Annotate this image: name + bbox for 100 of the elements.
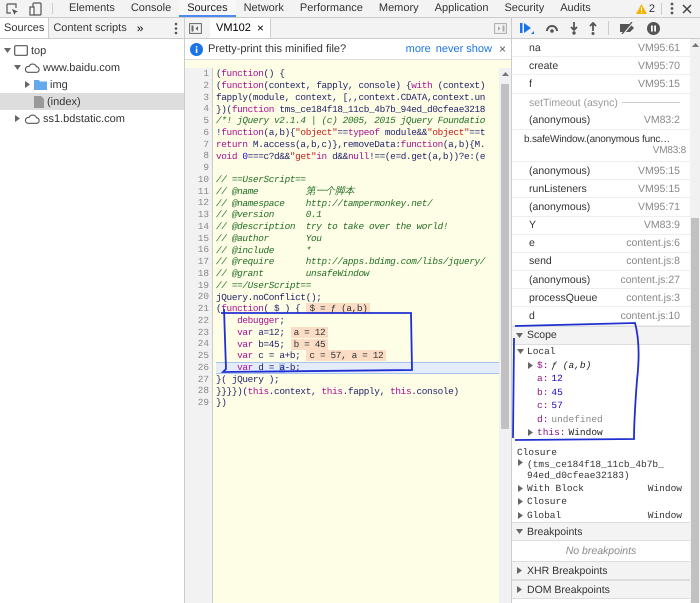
disclosure-triangle-icon[interactable] bbox=[4, 47, 10, 54]
file-icon bbox=[34, 96, 44, 108]
disclosure-triangle-icon[interactable] bbox=[527, 362, 534, 369]
pane-header[interactable]: XHR Breakpoints bbox=[512, 561, 690, 580]
line-number: 13 bbox=[198, 209, 209, 221]
call-frame[interactable]: (anonymous) VM95:71 bbox=[512, 198, 690, 216]
warning-count[interactable]: 2 bbox=[648, 2, 655, 14]
disclosure-triangle-icon[interactable] bbox=[516, 586, 523, 594]
variable-name: a: bbox=[537, 373, 548, 384]
call-frame[interactable]: create VM95:70 bbox=[512, 57, 690, 76]
call-frame[interactable]: processQueue content.js:3 bbox=[512, 289, 690, 308]
scope-detail: (tms_ce184f18_11cb_4b7b_94ed_d0cfeae32183) bbox=[527, 459, 665, 482]
code-text: // ==UserScript== bbox=[216, 174, 306, 186]
disclosure-triangle-icon[interactable] bbox=[516, 567, 523, 574]
call-frame[interactable]: f VM95:15 bbox=[512, 75, 690, 94]
line-number: 8 bbox=[203, 150, 209, 162]
scroll-up-icon[interactable] bbox=[692, 43, 698, 47]
code-text: // @grant unsafeWindow bbox=[216, 268, 370, 280]
disclosure-triangle-icon[interactable] bbox=[517, 348, 524, 355]
call-frame[interactable]: (anonymous) VM83:2 bbox=[512, 112, 690, 130]
call-frame[interactable]: runListeners VM95:15 bbox=[512, 180, 690, 198]
disclosure-triangle-icon[interactable] bbox=[517, 512, 524, 519]
pause-icon[interactable] bbox=[647, 22, 660, 34]
function-name: na bbox=[529, 42, 541, 54]
disclosure-triangle-icon[interactable] bbox=[14, 64, 20, 71]
panel-tab[interactable]: Application bbox=[426, 0, 496, 17]
pane-header[interactable]: Breakpoints bbox=[512, 522, 690, 542]
disclosure-triangle-icon[interactable] bbox=[517, 459, 524, 466]
line-number: 15 bbox=[198, 232, 209, 244]
function-name: send bbox=[529, 255, 552, 268]
close-tab-button[interactable]: × bbox=[256, 21, 264, 35]
function-name: Y bbox=[529, 219, 536, 232]
panel-tab[interactable]: Memory bbox=[370, 0, 427, 17]
scrollbar[interactable] bbox=[499, 68, 511, 603]
call-frame[interactable]: send content.js:8 bbox=[512, 252, 690, 272]
scrollbar-thumb[interactable] bbox=[691, 218, 699, 603]
function-name: (anonymous) bbox=[529, 164, 590, 177]
panel-tab[interactable]: Performance bbox=[292, 0, 371, 17]
panel-tab[interactable]: Sources bbox=[179, 0, 236, 17]
disclosure-triangle-icon[interactable] bbox=[517, 498, 524, 506]
panel-tab[interactable]: Elements bbox=[61, 0, 123, 17]
panel-tab[interactable]: Console bbox=[122, 0, 180, 17]
line-number: 2 bbox=[203, 80, 209, 92]
more-icon[interactable] bbox=[174, 22, 178, 34]
scrollbar-thumb[interactable] bbox=[501, 84, 509, 429]
inspect-icon[interactable] bbox=[5, 2, 19, 16]
scope-name: Local bbox=[527, 346, 556, 357]
function-name: b.safeWindow.(anonymous func… bbox=[524, 134, 671, 146]
close-infobar-button[interactable]: × bbox=[498, 42, 506, 56]
scrollbar[interactable] bbox=[690, 39, 700, 603]
more-tabs-button[interactable]: » bbox=[130, 18, 150, 38]
panel-tab[interactable]: Audits bbox=[552, 0, 599, 17]
resume-icon[interactable] bbox=[520, 22, 534, 34]
pane-header[interactable]: Scope bbox=[512, 326, 690, 345]
pane-header[interactable]: DOM Breakpoints bbox=[512, 580, 690, 600]
step-over-icon[interactable] bbox=[545, 23, 559, 33]
navigator-tab[interactable]: Content scripts bbox=[49, 18, 131, 38]
tree-item[interactable]: img bbox=[0, 76, 184, 93]
scroll-up-icon[interactable] bbox=[502, 72, 508, 76]
line-number: 11 bbox=[198, 186, 209, 198]
device-icon[interactable] bbox=[29, 2, 43, 16]
frame-location: content.js:27 bbox=[620, 274, 680, 286]
step-into-icon[interactable] bbox=[570, 22, 578, 34]
sidebar-toggle-icon[interactable] bbox=[494, 22, 507, 34]
disclosure-triangle-icon[interactable] bbox=[516, 528, 523, 536]
empty-message: No breakpoints bbox=[564, 544, 638, 560]
scope-name: Closure bbox=[527, 496, 567, 508]
call-frame[interactable]: (anonymous) content.js:27 bbox=[512, 271, 690, 290]
close-icon[interactable] bbox=[682, 4, 692, 14]
more-icon[interactable] bbox=[670, 2, 674, 15]
scope-name: Closure bbox=[516, 446, 558, 460]
file-tab[interactable]: VM102 × bbox=[210, 18, 271, 38]
panel-tab[interactable]: Network bbox=[236, 0, 292, 17]
frame-location: content.js:10 bbox=[620, 310, 680, 322]
navigator-tab[interactable]: Sources bbox=[0, 18, 50, 38]
tree-item[interactable]: (index) bbox=[0, 93, 184, 110]
call-frame[interactable]: e content.js:6 bbox=[512, 234, 690, 253]
line-number: 3 bbox=[203, 92, 209, 104]
disclosure-triangle-icon[interactable] bbox=[517, 484, 524, 492]
disclosure-triangle-icon[interactable] bbox=[14, 115, 20, 122]
panel-tab[interactable]: Security bbox=[496, 0, 552, 17]
disclosure-triangle-icon[interactable] bbox=[527, 429, 534, 436]
function-name: (anonymous) bbox=[529, 114, 590, 126]
deactivate-breakpoints-icon[interactable] bbox=[620, 22, 636, 34]
call-frame[interactable]: na VM95:61 bbox=[512, 39, 690, 58]
disclosure-triangle-icon[interactable] bbox=[24, 81, 30, 88]
tree-item[interactable]: www.baidu.com bbox=[0, 59, 184, 76]
scope-value: Window bbox=[648, 482, 683, 494]
tree-item[interactable]: ss1.bdstatic.com bbox=[0, 110, 184, 127]
call-frame[interactable]: (anonymous) VM95:15 bbox=[512, 162, 690, 180]
disclosure-triangle-icon[interactable] bbox=[516, 332, 523, 339]
sidebar-toggle-icon[interactable] bbox=[189, 22, 202, 34]
code-text: // @version 0.1 bbox=[216, 209, 322, 220]
call-frame[interactable]: Y VM83:9 bbox=[512, 216, 690, 235]
infobar-link[interactable]: more bbox=[406, 43, 431, 55]
infobar-link[interactable]: never show bbox=[436, 43, 492, 55]
step-out-icon[interactable] bbox=[589, 22, 597, 34]
code-text: }) bbox=[216, 397, 227, 408]
variable-name: this: bbox=[537, 427, 566, 438]
tree-item[interactable]: top bbox=[0, 42, 184, 59]
